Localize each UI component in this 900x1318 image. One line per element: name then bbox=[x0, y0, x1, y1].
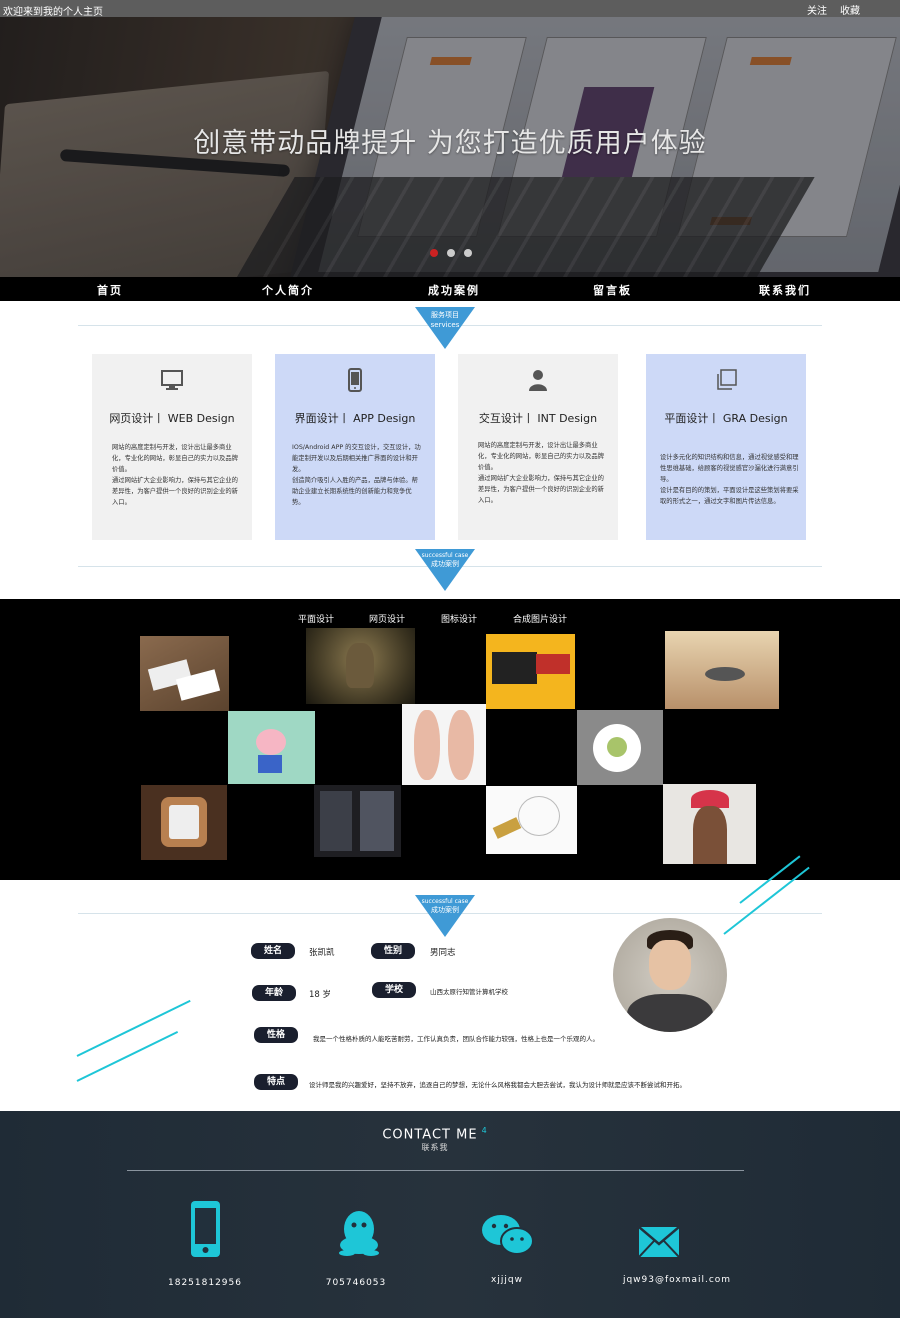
service-title: 交互设计丨 INT Design bbox=[478, 412, 598, 425]
personality-value: 我是一个性格朴质的人能吃苦耐劳，工作认真负责，团队合作能力较强，性格上也是一个乐… bbox=[313, 1035, 599, 1043]
cases-badge-en: successful case bbox=[421, 552, 469, 559]
case-thumb-app-ui[interactable] bbox=[314, 785, 401, 857]
service-title: 平面设计丨 GRA Design bbox=[664, 412, 788, 425]
service-card-web[interactable]: 网页设计丨 WEB Design 网站的高度定制与开发，设计出让最多商业化，专业… bbox=[92, 354, 252, 540]
hero-title: 创意带动品牌提升 为您打造优质用户体验 bbox=[193, 128, 707, 159]
age-value: 18 岁 bbox=[309, 990, 332, 1000]
follow-link[interactable]: 关注 bbox=[807, 2, 827, 17]
case-thumb-watermelon-head[interactable] bbox=[663, 784, 756, 864]
school-value: 山西太原行知管计算机学校 bbox=[430, 988, 508, 996]
name-value: 张凯凯 bbox=[309, 948, 335, 958]
service-body: 网站的高度定制与开发，设计出让最多商业化，专业化的网站，彰显自己的实力以及品牌价… bbox=[478, 442, 604, 504]
case-thumb-teacup[interactable] bbox=[577, 710, 663, 785]
nav-contact[interactable]: 联系我们 bbox=[759, 282, 811, 298]
slide-dot-3[interactable] bbox=[464, 249, 472, 257]
user-icon bbox=[529, 370, 547, 391]
monitor-icon bbox=[161, 370, 183, 390]
tab-graphic[interactable]: 平面设计 bbox=[298, 612, 334, 625]
wechat-id[interactable]: xjjjqw bbox=[447, 1275, 567, 1285]
email-address[interactable]: jqw93@foxmail.com bbox=[602, 1275, 752, 1285]
service-body: 设计多元化的知识结构和信息，通过视觉感受和理性思维基础，给顾客的视觉感官沙漏化进… bbox=[660, 454, 799, 505]
welcome-text: 欢迎来到我的个人主页 bbox=[3, 7, 103, 18]
case-thumb-poster[interactable] bbox=[486, 634, 575, 709]
cases-badge-cn: 成功案例 bbox=[431, 560, 459, 568]
top-bar: 欢迎来到我的个人主页 关注 收藏 bbox=[0, 0, 900, 18]
school-label: 学校 bbox=[372, 982, 416, 998]
case-thumb-composite-fish[interactable] bbox=[665, 631, 779, 709]
tab-composite[interactable]: 合成图片设计 bbox=[513, 612, 567, 625]
gender-label: 性别 bbox=[371, 943, 415, 959]
nav-about[interactable]: 个人简介 bbox=[262, 282, 314, 298]
service-title: 网页设计丨 WEB Design bbox=[109, 412, 235, 425]
services-badge-cn: 服务项目 bbox=[431, 311, 459, 319]
service-card-app[interactable]: 界面设计丨 APP Design IOS/Android APP 的交互设计，交… bbox=[275, 354, 435, 540]
decor-line bbox=[76, 1031, 179, 1082]
case-thumb-business-cards[interactable] bbox=[140, 636, 229, 711]
slide-dot-2[interactable] bbox=[447, 249, 455, 257]
copy-icon bbox=[717, 369, 737, 390]
tab-icon[interactable]: 图标设计 bbox=[441, 612, 477, 625]
cases-gallery: 平面设计 网页设计 图标设计 合成图片设计 bbox=[0, 599, 900, 880]
nav-home[interactable]: 首页 bbox=[97, 282, 123, 298]
nav-guestbook[interactable]: 留言板 bbox=[593, 282, 632, 298]
main-nav: 首页 个人简介 成功案例 留言板 联系我们 bbox=[0, 277, 900, 301]
case-thumb-feet[interactable] bbox=[402, 704, 486, 785]
phone-icon bbox=[348, 368, 362, 392]
avatar bbox=[613, 918, 727, 1032]
gender-value: 男同志 bbox=[430, 948, 456, 958]
divider bbox=[127, 1170, 744, 1171]
contact-title: CONTACT ME 4 bbox=[382, 1126, 488, 1143]
phone-number[interactable]: 18251812956 bbox=[145, 1278, 265, 1288]
profile-badge-cn: 成功案例 bbox=[431, 906, 459, 914]
tab-web[interactable]: 网页设计 bbox=[369, 612, 405, 625]
service-card-int[interactable]: 交互设计丨 INT Design 网站的高度定制与开发，设计出让最多商业化，专业… bbox=[458, 354, 618, 540]
nav-cases[interactable]: 成功案例 bbox=[428, 282, 480, 298]
name-label: 姓名 bbox=[251, 943, 295, 959]
wechat-icon bbox=[482, 1215, 534, 1255]
services-badge-en: services bbox=[430, 321, 460, 329]
qq-number[interactable]: 705746053 bbox=[296, 1278, 416, 1288]
case-thumb-fantasy-art[interactable] bbox=[306, 628, 415, 704]
case-thumb-lightbulb[interactable] bbox=[486, 786, 577, 854]
slide-dot-1[interactable] bbox=[430, 249, 438, 257]
hero-banner: 创意带动品牌提升 为您打造优质用户体验 bbox=[0, 17, 900, 277]
case-thumb-cartoon-pig[interactable] bbox=[228, 711, 315, 784]
age-label: 年龄 bbox=[252, 985, 296, 1001]
contact-subtitle: 联系我 bbox=[421, 1143, 449, 1152]
service-body: IOS/Android APP 的交互设计，交互设计，功能定制开发以及后期相关推… bbox=[292, 444, 421, 506]
decor-line bbox=[76, 999, 191, 1057]
favorite-link[interactable]: 收藏 bbox=[840, 2, 860, 17]
traits-label: 特点 bbox=[254, 1074, 298, 1090]
phone-icon bbox=[191, 1201, 220, 1257]
traits-value: 设计师是我的兴趣爱好，坚持不放弃，追逐自己的梦想，无论什么风格我都会大胆去尝试，… bbox=[309, 1081, 686, 1089]
service-body: 网站的高度定制与开发，设计出让最多商业化，专业化的网站，彰显自己的实力以及品牌价… bbox=[112, 444, 238, 506]
service-title: 界面设计丨 APP Design bbox=[294, 412, 416, 425]
profile-badge-en: successful case bbox=[421, 898, 469, 905]
contact-section: CONTACT ME 4 联系我 18251812956 705746053 xj… bbox=[0, 1111, 900, 1318]
service-card-gra[interactable]: 平面设计丨 GRA Design 设计多元化的知识结构和信息，通过视觉感受和理性… bbox=[646, 354, 806, 540]
case-thumb-calendar-icon[interactable] bbox=[141, 785, 227, 860]
mail-icon bbox=[639, 1227, 679, 1257]
personality-label: 性格 bbox=[254, 1027, 298, 1043]
qq-icon bbox=[339, 1211, 379, 1256]
